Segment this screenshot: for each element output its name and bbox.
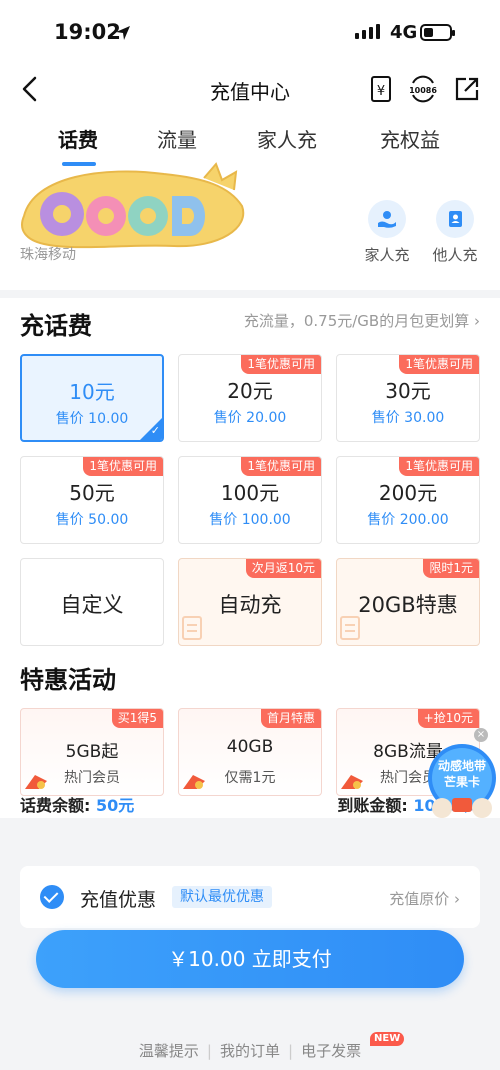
promo-badge: 次月返10元 [245,559,321,578]
family-recharge-label: 家人充 [364,246,410,264]
svg-text:10086: 10086 [409,86,437,95]
custom-amount-card[interactable]: 自定义 [20,558,164,646]
card-label: 自动充 [218,593,282,617]
discount-badge: 1笔优惠可用 [399,457,479,476]
card-amount: 10元 [69,380,115,404]
discount-badge: 1笔优惠可用 [241,355,321,374]
status-time: 19:02 [54,20,121,44]
coin-icon [341,775,363,789]
card-amount: 50元 [69,481,115,505]
contact-book-icon [436,200,474,238]
card-label: 自定义 [60,593,124,617]
promotions-title: 特惠活动 [20,666,116,694]
promo-name: 5GB起 [65,742,119,762]
tips-link[interactable]: 温馨提示 [131,1040,207,1061]
discount-row[interactable]: 充值优惠 默认最优优惠 充值原价 › [20,866,480,928]
carrier-label: 珠海移动 [20,247,76,263]
bill-yen-icon[interactable]: ¥ [366,74,396,104]
others-recharge-label: 他人充 [432,246,478,264]
card-price: 售价 20.00 [213,410,287,426]
amount-card-30[interactable]: 1笔优惠可用 30元 售价 30.00 [336,354,480,442]
promo-card-5gb[interactable]: 买1得5 5GB起 热门会员 [20,708,164,796]
discount-badge: 1笔优惠可用 [83,457,163,476]
amount-card-200[interactable]: 1笔优惠可用 200元 售价 200.00 [336,456,480,544]
network-type: 4G [390,22,418,43]
promo-badge: 首月特惠 [260,709,321,728]
tab-benefits[interactable]: 充权益 [380,124,440,153]
balance-row: 话费余额: 50元 到账金额: 10.00元 [0,792,500,818]
auto-recharge-card[interactable]: 次月返10元 自动充 [178,558,322,646]
promo-badge: +抢10元 [417,709,479,728]
card-price: 售价 100.00 [209,512,291,528]
invoice-link[interactable]: 电子发票 [293,1040,369,1061]
original-price-link[interactable]: 充值原价 › [389,888,460,909]
close-ad-icon[interactable]: × [474,728,488,742]
share-icon[interactable] [452,74,482,104]
card-price: 售价 50.00 [55,512,129,528]
svg-text:动感地带: 动感地带 [438,758,486,773]
customer-service-icon[interactable]: 10086 [408,74,438,104]
card-amount: 30元 [385,379,431,403]
data-deal-card[interactable]: 限时1元 20GB特惠 [336,558,480,646]
family-recharge-button[interactable]: 家人充 [354,200,420,265]
promo-card-40gb[interactable]: 首月特惠 40GB 仅需1元 [178,708,322,796]
discount-check-icon[interactable] [40,885,64,909]
tab-data[interactable]: 流量 [157,124,197,153]
family-hand-icon [368,200,406,238]
mango-card-ad[interactable]: 动感地带 芒果卡 [426,738,498,822]
amount-card-50[interactable]: 1笔优惠可用 50元 售价 50.00 [20,456,164,544]
balance-left: 话费余额: 50元 [20,796,135,815]
promo-badge: 限时1元 [423,559,479,578]
flow-tip-link[interactable]: 充流量，0.75元/GB的月包更划算 › [244,310,480,331]
discount-tag: 默认最优优惠 [172,886,272,908]
coin-icon [183,775,205,789]
discount-badge: 1笔优惠可用 [399,355,479,374]
nav-bar: 充值中心 ¥ 10086 [0,62,500,116]
amount-card-100[interactable]: 1笔优惠可用 100元 售价 100.00 [178,456,322,544]
svg-text:¥: ¥ [377,84,385,99]
svg-text:芒果卡: 芒果卡 [444,774,480,789]
discount-label: 充值优惠 [80,889,157,911]
coin-icon [25,775,47,789]
pay-now-button[interactable]: ￥10.00 立即支付 [36,930,464,988]
card-amount: 200元 [378,481,438,505]
promo-badge: 买1得5 [111,709,163,728]
others-recharge-button[interactable]: 他人充 [422,200,488,265]
footer-links: 温馨提示 | 我的订单 | 电子发票 NEW [0,1032,500,1062]
battery-icon [420,24,455,41]
amount-card-10[interactable]: 10元 售价 10.00 ✓ [20,354,164,442]
discount-badge: 1笔优惠可用 [241,457,321,476]
location-arrow-icon [116,26,130,40]
card-label: 20GB特惠 [358,593,458,617]
balance-value: 50元 [95,796,135,815]
card-price: 售价 30.00 [371,410,445,426]
recharge-title: 充话费 [20,312,92,340]
status-bar: 19:02 4G [0,0,500,62]
signal-icon [355,24,380,39]
good-sticker [21,162,245,249]
card-amount: 20元 [227,379,273,403]
tab-family[interactable]: 家人充 [257,124,317,153]
new-badge: NEW [370,1032,405,1046]
amount-card-20[interactable]: 1笔优惠可用 20元 售价 20.00 [178,354,322,442]
header-area: 话费 流量 家人充 充权益 珠海移动 家人充 他人充 [0,116,500,290]
recharge-section: 充话费 充流量，0.75元/GB的月包更划算 › 10元 售价 10.00 ✓ … [0,298,500,818]
card-amount: 100元 [220,481,280,505]
orders-link[interactable]: 我的订单 [212,1040,288,1061]
card-price: 售价 200.00 [367,512,449,528]
promo-name: 40GB [226,737,274,757]
tab-phone-fee[interactable]: 话费 [58,124,98,153]
